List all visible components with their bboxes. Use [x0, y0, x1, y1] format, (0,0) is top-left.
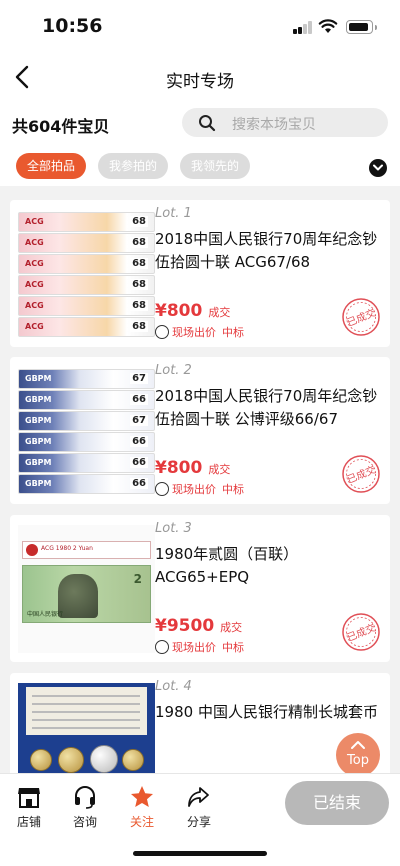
- lot-number: Lot. 3: [155, 521, 192, 536]
- shop-icon: [18, 788, 40, 808]
- lot-list: ACG 68 ACG 68 ACG 68 ACG 68 ACG 68 ACG 68 Lot.…: [0, 186, 400, 773]
- session-header: 共604件宝贝 搜索本场宝贝: [0, 102, 400, 146]
- price-line: ¥800 成交: [155, 301, 230, 321]
- tab-label: 咨询: [72, 815, 97, 829]
- arrow-up-icon: [351, 741, 365, 749]
- back-to-top-button[interactable]: Top: [336, 733, 380, 777]
- chevron-down-icon[interactable]: [369, 159, 387, 177]
- price-status: 成交: [208, 306, 231, 319]
- bid-result: 中标: [222, 483, 244, 496]
- price-line: ¥800 成交: [155, 458, 230, 478]
- session-ended-button[interactable]: 已结束: [285, 781, 389, 825]
- lot-number: Lot. 2: [155, 363, 192, 378]
- tab-label: 店铺: [16, 815, 41, 829]
- lot-price: ¥800: [155, 458, 203, 478]
- tab-label: 关注: [129, 815, 154, 829]
- lot-card[interactable]: Lot. 4 1980 中国人民银行精制长城套币: [10, 673, 390, 773]
- bid-source: 现场出价: [172, 641, 216, 654]
- bid-result: 中标: [222, 326, 244, 339]
- tab-follow[interactable]: 关注: [117, 784, 167, 830]
- tab-consult[interactable]: 咨询: [60, 784, 110, 830]
- lot-price: ¥9500: [155, 616, 215, 636]
- filter-my-leading[interactable]: 我领先的: [180, 153, 250, 179]
- item-count: 共604件宝贝: [12, 117, 110, 136]
- bid-info: 现场出价 中标: [155, 639, 244, 655]
- back-to-top-label: Top: [347, 753, 369, 768]
- headset-icon: [75, 786, 95, 809]
- lot-image: ACG 68 ACG 68 ACG 68 ACG 68 ACG 68 ACG 68: [18, 210, 155, 338]
- page-title: 实时专场: [166, 72, 234, 92]
- tab-label: 分享: [186, 815, 211, 829]
- lot-image: GBPM 67 GBPM 66 GBPM 67 GBPM 66 GBPM 66 GBPM 6…: [18, 367, 155, 495]
- tab-shop[interactable]: 店铺: [4, 784, 54, 830]
- lot-title: 2018中国人民银行70周年纪念钞伍拾圆十联 ACG67/68: [155, 230, 378, 271]
- home-indicator: [133, 851, 267, 856]
- sold-stamp-icon: 已成交: [342, 298, 380, 336]
- bid-result: 中标: [222, 641, 244, 654]
- lot-image: [18, 683, 155, 773]
- wifi-icon: [318, 19, 338, 33]
- filter-bar: 全部拍品 我参拍的 我领先的: [0, 146, 400, 186]
- sold-stamp-icon: 已成交: [342, 455, 380, 493]
- bidder-avatar-icon: [155, 640, 169, 654]
- price-status: 成交: [208, 463, 231, 476]
- bidder-avatar-icon: [155, 482, 169, 496]
- lot-title: 2018中国人民银行70周年纪念钞伍拾圆十联 公博评级66/67: [155, 387, 378, 428]
- bidder-avatar-icon: [155, 325, 169, 339]
- lot-title: 1980年贰圆（百联）ACG65+EPQ: [155, 545, 299, 586]
- star-icon: [131, 786, 153, 807]
- lot-number: Lot. 1: [155, 206, 192, 221]
- search-input[interactable]: 搜索本场宝贝: [182, 108, 388, 137]
- lot-price: ¥800: [155, 301, 203, 321]
- bid-info: 现场出价 中标: [155, 324, 244, 340]
- price-status: 成交: [220, 621, 243, 634]
- search-placeholder: 搜索本场宝贝: [232, 117, 316, 133]
- bid-info: 现场出价 中标: [155, 481, 244, 497]
- lot-card[interactable]: GBPM 67 GBPM 66 GBPM 67 GBPM 66 GBPM 66 GBPM 6…: [10, 357, 390, 504]
- share-icon: [188, 787, 209, 807]
- bid-source: 现场出价: [172, 483, 216, 496]
- lot-image: ACG 1980 2 Yuan 2 中国人民银行: [18, 525, 155, 653]
- bid-source: 现场出价: [172, 326, 216, 339]
- price-line: ¥9500 成交: [155, 616, 242, 636]
- search-icon: [199, 115, 216, 132]
- sold-stamp-icon: 已成交: [342, 613, 380, 651]
- status-time: 10:56: [42, 15, 103, 37]
- nav-bar: 实时专场: [0, 52, 400, 102]
- status-bar: 10:56: [0, 0, 400, 52]
- filter-all-lots[interactable]: 全部拍品: [16, 153, 86, 179]
- tab-share[interactable]: 分享: [174, 784, 224, 830]
- battery-icon: [346, 20, 377, 34]
- filter-my-bids[interactable]: 我参拍的: [98, 153, 168, 179]
- cellular-signal-icon: [293, 21, 313, 34]
- lot-card[interactable]: ACG 68 ACG 68 ACG 68 ACG 68 ACG 68 ACG 68 Lot.…: [10, 200, 390, 347]
- bottom-toolbar: 店铺 咨询 关注 分享 已结束: [0, 773, 400, 866]
- lot-card[interactable]: ACG 1980 2 Yuan 2 中国人民银行 Lot. 3 1980年贰圆（…: [10, 515, 390, 662]
- lot-title: 1980 中国人民银行精制长城套币: [155, 703, 378, 721]
- lot-number: Lot. 4: [155, 679, 192, 694]
